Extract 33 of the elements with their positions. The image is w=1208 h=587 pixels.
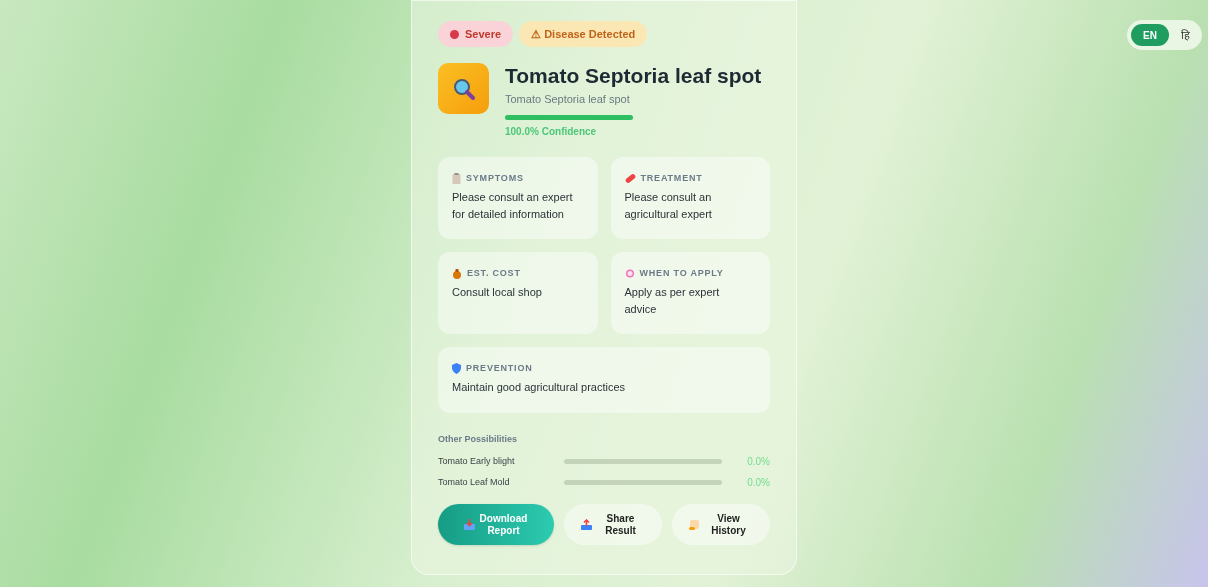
arrow-tray-icon xyxy=(580,519,592,530)
possibility-reading: 0.0% xyxy=(747,455,770,469)
card-text: Consult local shop xyxy=(452,285,543,300)
card-text: Please consult an expert for detailed information xyxy=(452,190,574,222)
severity-badge: Severe xyxy=(438,21,514,47)
alarm-clock-icon xyxy=(624,268,635,279)
card-text: Please consult an agricultural expert xyxy=(624,190,713,222)
card-label: PREVENTION xyxy=(466,361,533,375)
magnifier-icon xyxy=(438,63,489,114)
action-button[interactable]: View History xyxy=(672,504,770,545)
disease-subtitle: Tomato Septoria leaf spot xyxy=(505,92,631,107)
status-badge: ⚠ Disease Detected xyxy=(519,21,648,47)
action-button[interactable]: Share Result xyxy=(564,504,662,545)
card-label: SYMPTOMS xyxy=(466,171,524,185)
card-text: Apply as per expert advice xyxy=(624,285,721,317)
dot-icon xyxy=(450,29,459,39)
section-title: Other Possibilities xyxy=(438,432,519,446)
card-text: Maintain good agricultural practices xyxy=(452,380,627,395)
pill-icon xyxy=(624,172,636,184)
possibility-name: Tomato Leaf Mold xyxy=(438,475,511,489)
card-label: WHEN TO APPLY xyxy=(639,266,724,280)
possibility-reading: 0.0% xyxy=(747,476,770,490)
inbox-tray-icon xyxy=(463,519,475,530)
money-bag-icon xyxy=(452,267,462,279)
clipboard-icon xyxy=(452,172,461,184)
disease-title: Tomato Septoria leaf spot xyxy=(505,63,762,89)
confidence-text: 100.0% Confidence xyxy=(505,124,598,139)
possibility-name: Tomato Early blight xyxy=(438,454,516,468)
shield-icon xyxy=(452,362,461,374)
language-tab[interactable]: हि xyxy=(1173,24,1198,46)
scroll-icon xyxy=(688,519,700,530)
card-label: TREATMENT xyxy=(640,171,703,185)
card-label: EST. COST xyxy=(467,266,521,280)
